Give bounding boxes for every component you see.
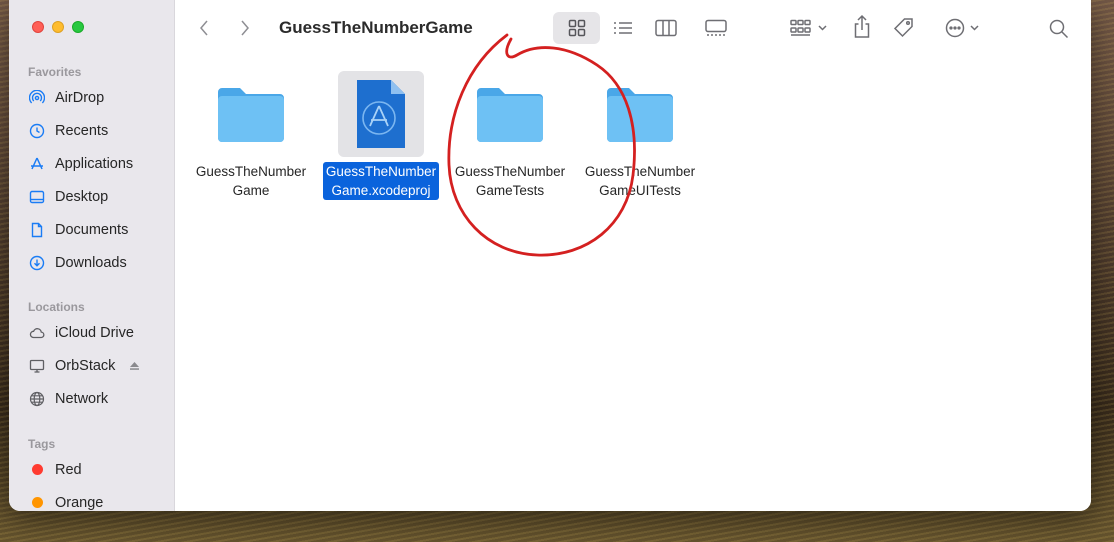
folder-icon	[597, 71, 683, 157]
tag-color-dot	[28, 461, 46, 479]
icon-view-button[interactable]	[553, 12, 600, 44]
display-icon	[28, 357, 46, 375]
chevron-right-icon	[241, 20, 249, 36]
gallery-icon	[705, 19, 727, 36]
main-area: GuessTheNumberGame GuessTheNumber Game G…	[175, 0, 1091, 511]
chevron-left-icon	[200, 20, 208, 36]
back-button[interactable]	[193, 17, 215, 39]
sidebar-item-tag-orange[interactable]: Orange	[9, 486, 175, 511]
favorites-section: Favorites AirDrop Recents Applications D…	[9, 63, 175, 279]
window-title: GuessTheNumberGame	[279, 18, 473, 37]
file-item[interactable]: GuessTheNumber GameTests	[446, 71, 574, 200]
sidebar-item-applications[interactable]: Applications	[9, 147, 175, 180]
file-item-selected[interactable]: GuessTheNumber Game.xcodeproj	[317, 71, 445, 200]
clock-icon	[28, 122, 46, 140]
file-name: GuessTheNumber GameTests	[454, 164, 566, 198]
file-name: GuessTheNumber Game	[195, 164, 307, 198]
eject-icon[interactable]	[129, 360, 140, 371]
more-icon	[945, 18, 979, 38]
download-icon	[28, 254, 46, 272]
airdrop-icon	[28, 89, 46, 107]
sidebar-item-airdrop[interactable]: AirDrop	[9, 81, 175, 114]
close-button[interactable]	[32, 21, 44, 33]
file-grid: GuessTheNumber Game GuessTheNumber Game.xc…	[175, 56, 1091, 511]
sidebar-item-label: Red	[55, 461, 82, 478]
favorites-header: Favorites	[28, 65, 82, 79]
group-icon	[790, 19, 827, 36]
view-mode-control	[553, 12, 745, 44]
sidebar-item-label: Desktop	[55, 188, 109, 205]
sidebar-item-icloud-drive[interactable]: iCloud Drive	[9, 316, 175, 349]
sidebar-item-label: Network	[55, 390, 109, 407]
file-name: GuessTheNumber GameUITests	[584, 164, 696, 198]
globe-icon	[28, 390, 46, 408]
folder-icon	[467, 71, 553, 157]
file-item[interactable]: GuessTheNumber GameUITests	[576, 71, 704, 200]
zoom-button[interactable]	[72, 21, 84, 33]
minimize-button[interactable]	[52, 21, 64, 33]
sidebar-item-label: Orange	[55, 494, 104, 511]
folder-icon	[208, 71, 294, 157]
sidebar-item-documents[interactable]: Documents	[9, 213, 175, 246]
sidebar-item-desktop[interactable]: Desktop	[9, 180, 175, 213]
column-view-button[interactable]	[651, 17, 681, 39]
tag-icon	[893, 18, 913, 38]
sidebar-item-label: AirDrop	[55, 89, 105, 106]
sidebar-item-label: Recents	[55, 122, 109, 139]
list-view-button[interactable]	[609, 17, 637, 39]
applications-icon	[28, 155, 46, 173]
search-button[interactable]	[1046, 16, 1072, 42]
sidebar-item-label: iCloud Drive	[55, 324, 134, 341]
list-icon	[614, 22, 632, 34]
tags-header: Tags	[28, 437, 56, 451]
action-menu-button[interactable]	[944, 16, 986, 40]
file-item[interactable]: GuessTheNumber Game	[187, 71, 315, 200]
sidebar-item-label: Downloads	[55, 254, 127, 271]
window-controls	[32, 21, 84, 33]
toolbar: GuessTheNumberGame	[175, 0, 1091, 56]
grid-icon	[568, 19, 585, 37]
xcodeproj-icon	[338, 71, 424, 157]
columns-icon	[655, 19, 677, 37]
group-by-button[interactable]	[789, 17, 829, 39]
gallery-view-button[interactable]	[701, 17, 731, 39]
finder-window: Favorites AirDrop Recents Applications D…	[9, 0, 1091, 511]
sidebar-item-label: Documents	[55, 221, 129, 238]
forward-button[interactable]	[234, 17, 256, 39]
sidebar-item-tag-red[interactable]: Red	[9, 453, 175, 486]
cloud-icon	[28, 324, 46, 342]
locations-section: Locations iCloud Drive OrbStack Network	[9, 298, 175, 415]
tags-button[interactable]	[891, 15, 917, 41]
sidebar-item-downloads[interactable]: Downloads	[9, 246, 175, 279]
share-icon	[854, 14, 870, 38]
tags-section: Tags Red Orange	[9, 435, 175, 511]
sidebar-item-recents[interactable]: Recents	[9, 114, 175, 147]
sidebar-item-orbstack[interactable]: OrbStack	[9, 349, 175, 382]
share-button[interactable]	[850, 13, 874, 41]
file-name: GuessTheNumber Game.xcodeproj	[322, 162, 440, 200]
sidebar-item-label: Applications	[55, 155, 134, 172]
search-icon	[1049, 19, 1069, 39]
sidebar-item-label: OrbStack	[55, 357, 116, 374]
tag-color-dot	[28, 494, 46, 512]
document-icon	[28, 221, 46, 239]
sidebar: Favorites AirDrop Recents Applications D…	[9, 0, 175, 511]
desktop-icon	[28, 188, 46, 206]
locations-header: Locations	[28, 300, 85, 314]
sidebar-item-network[interactable]: Network	[9, 382, 175, 415]
